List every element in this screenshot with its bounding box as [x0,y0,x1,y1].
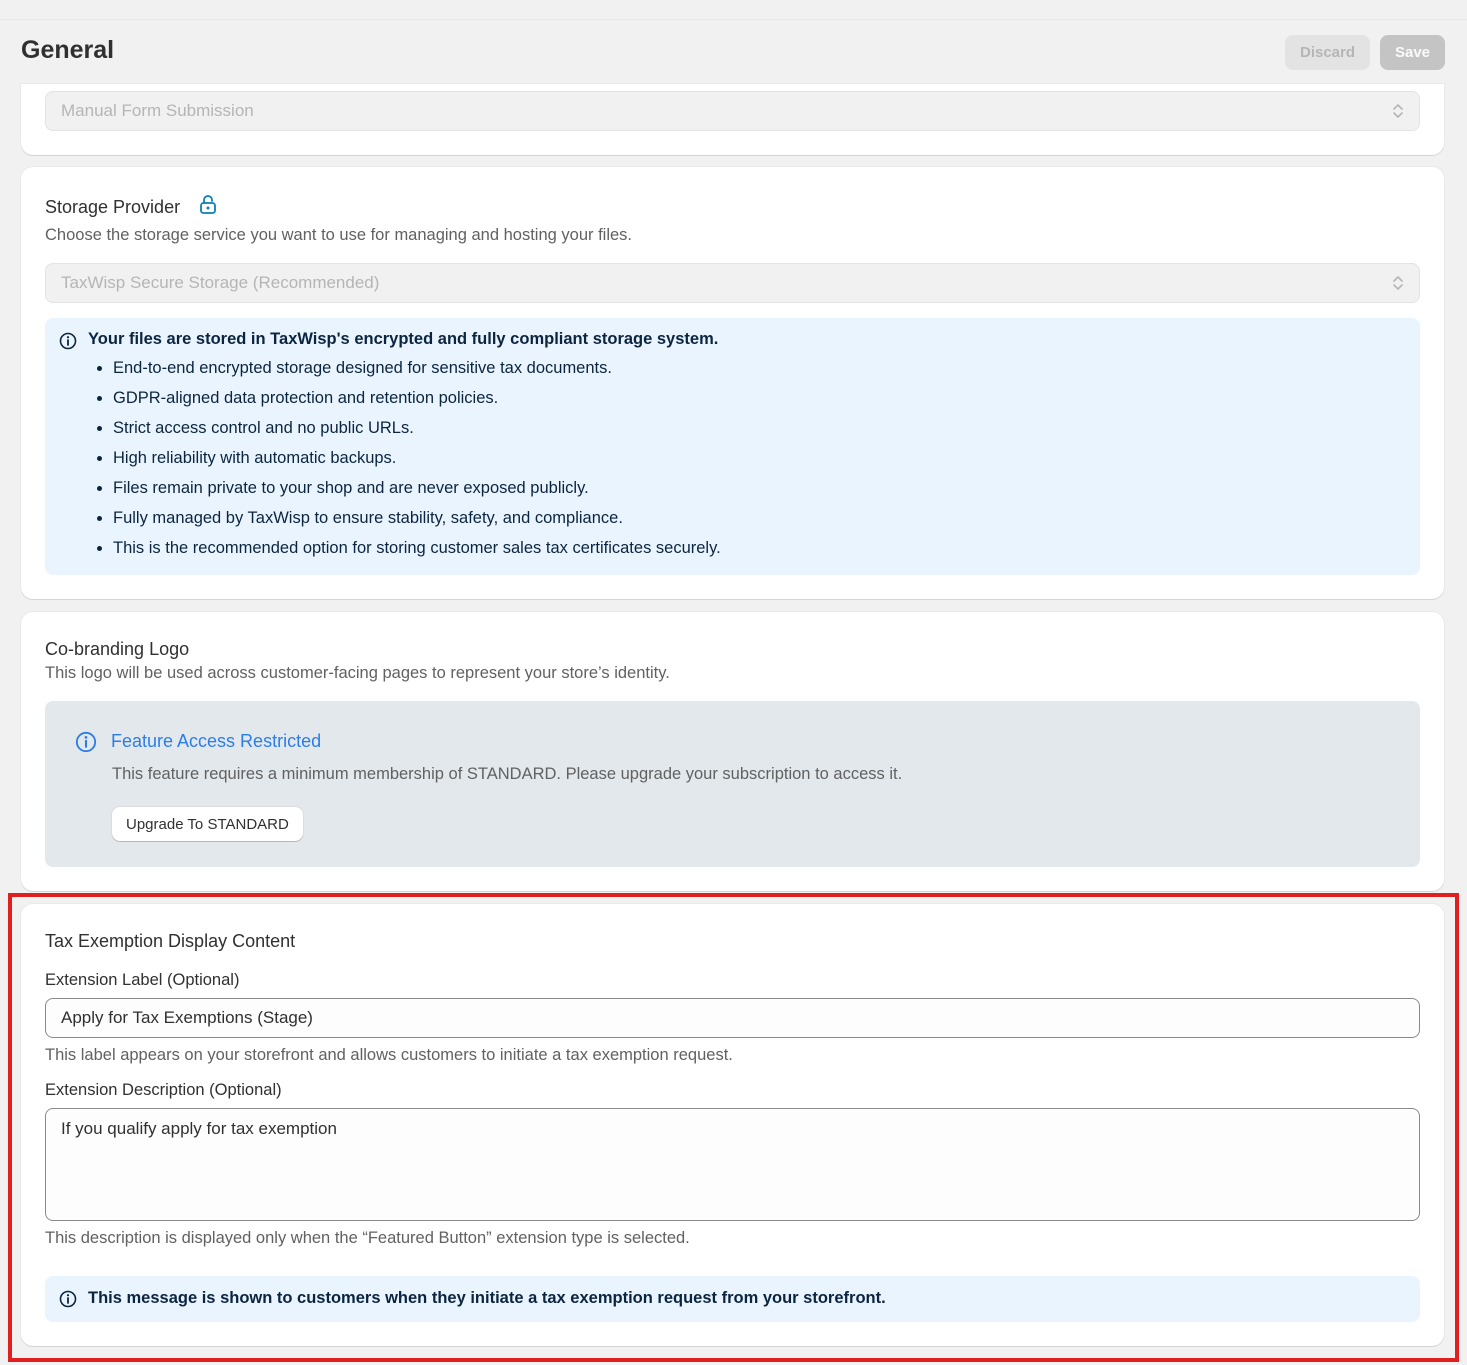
discard-button[interactable]: Discard [1285,35,1370,70]
lock-icon [200,195,216,214]
storage-info-banner: Your files are stored in TaxWisp's encry… [45,318,1420,575]
list-item: Strict access control and no public URLs… [113,418,721,448]
save-button[interactable]: Save [1380,35,1445,70]
list-item: This is the recommended option for stori… [113,538,721,568]
extension-description-label: Extension Description (Optional) [45,1081,282,1099]
tax-exemption-notice: This message is shown to customers when … [45,1276,1420,1322]
list-item: High reliability with automatic backups. [113,448,721,478]
list-item: Files remain private to your shop and ar… [113,478,721,508]
extension-description-input[interactable]: If you qualify apply for tax exemption [45,1108,1420,1221]
storage-provider-card: Storage Provider Choose the storage serv… [21,167,1444,599]
select-chevron-icon [1393,276,1403,290]
cobranding-card: Co-branding Logo This logo will be used … [21,612,1444,891]
info-icon [75,731,97,753]
restricted-text: This feature requires a minimum membersh… [112,765,903,783]
storage-info-list: End-to-end encrypted storage designed fo… [113,358,721,568]
upgrade-button[interactable]: Upgrade To STANDARD [112,807,303,841]
tax-exemption-notice-text: This message is shown to customers when … [88,1289,886,1307]
info-icon [59,1290,77,1308]
storage-provider-select[interactable]: TaxWisp Secure Storage (Recommended) [45,263,1420,303]
page-header: General Discard Save [0,20,1467,84]
list-item: Fully managed by TaxWisp to ensure stabi… [113,508,721,538]
storage-info-title: Your files are stored in TaxWisp's encry… [88,330,719,348]
select-chevron-icon [1393,104,1403,118]
storage-provider-title: Storage Provider [45,197,181,217]
storage-provider-description: Choose the storage service you want to u… [45,226,633,244]
extension-description-help: This description is displayed only when … [45,1229,690,1247]
page-title: General [21,36,115,64]
tax-exemption-title: Tax Exemption Display Content [45,931,296,951]
restricted-title: Feature Access Restricted [111,731,322,751]
list-item: GDPR-aligned data protection and retenti… [113,388,721,418]
feature-restricted-banner: Feature Access Restricted This feature r… [45,701,1420,867]
submission-method-select[interactable]: Manual Form Submission [45,91,1420,131]
submission-method-value: Manual Form Submission [61,101,254,120]
list-item: End-to-end encrypted storage designed fo… [113,358,721,388]
storage-provider-value: TaxWisp Secure Storage (Recommended) [61,273,380,292]
tax-exemption-card: Tax Exemption Display Content Extension … [21,904,1444,1346]
cobranding-description: This logo will be used across customer-f… [45,664,670,682]
extension-label-input[interactable] [45,998,1420,1038]
extension-label-label: Extension Label (Optional) [45,971,240,989]
submission-method-card: Manual Form Submission [21,84,1444,155]
info-icon [59,332,77,350]
cobranding-title: Co-branding Logo [45,639,190,659]
extension-label-help: This label appears on your storefront an… [45,1046,733,1064]
